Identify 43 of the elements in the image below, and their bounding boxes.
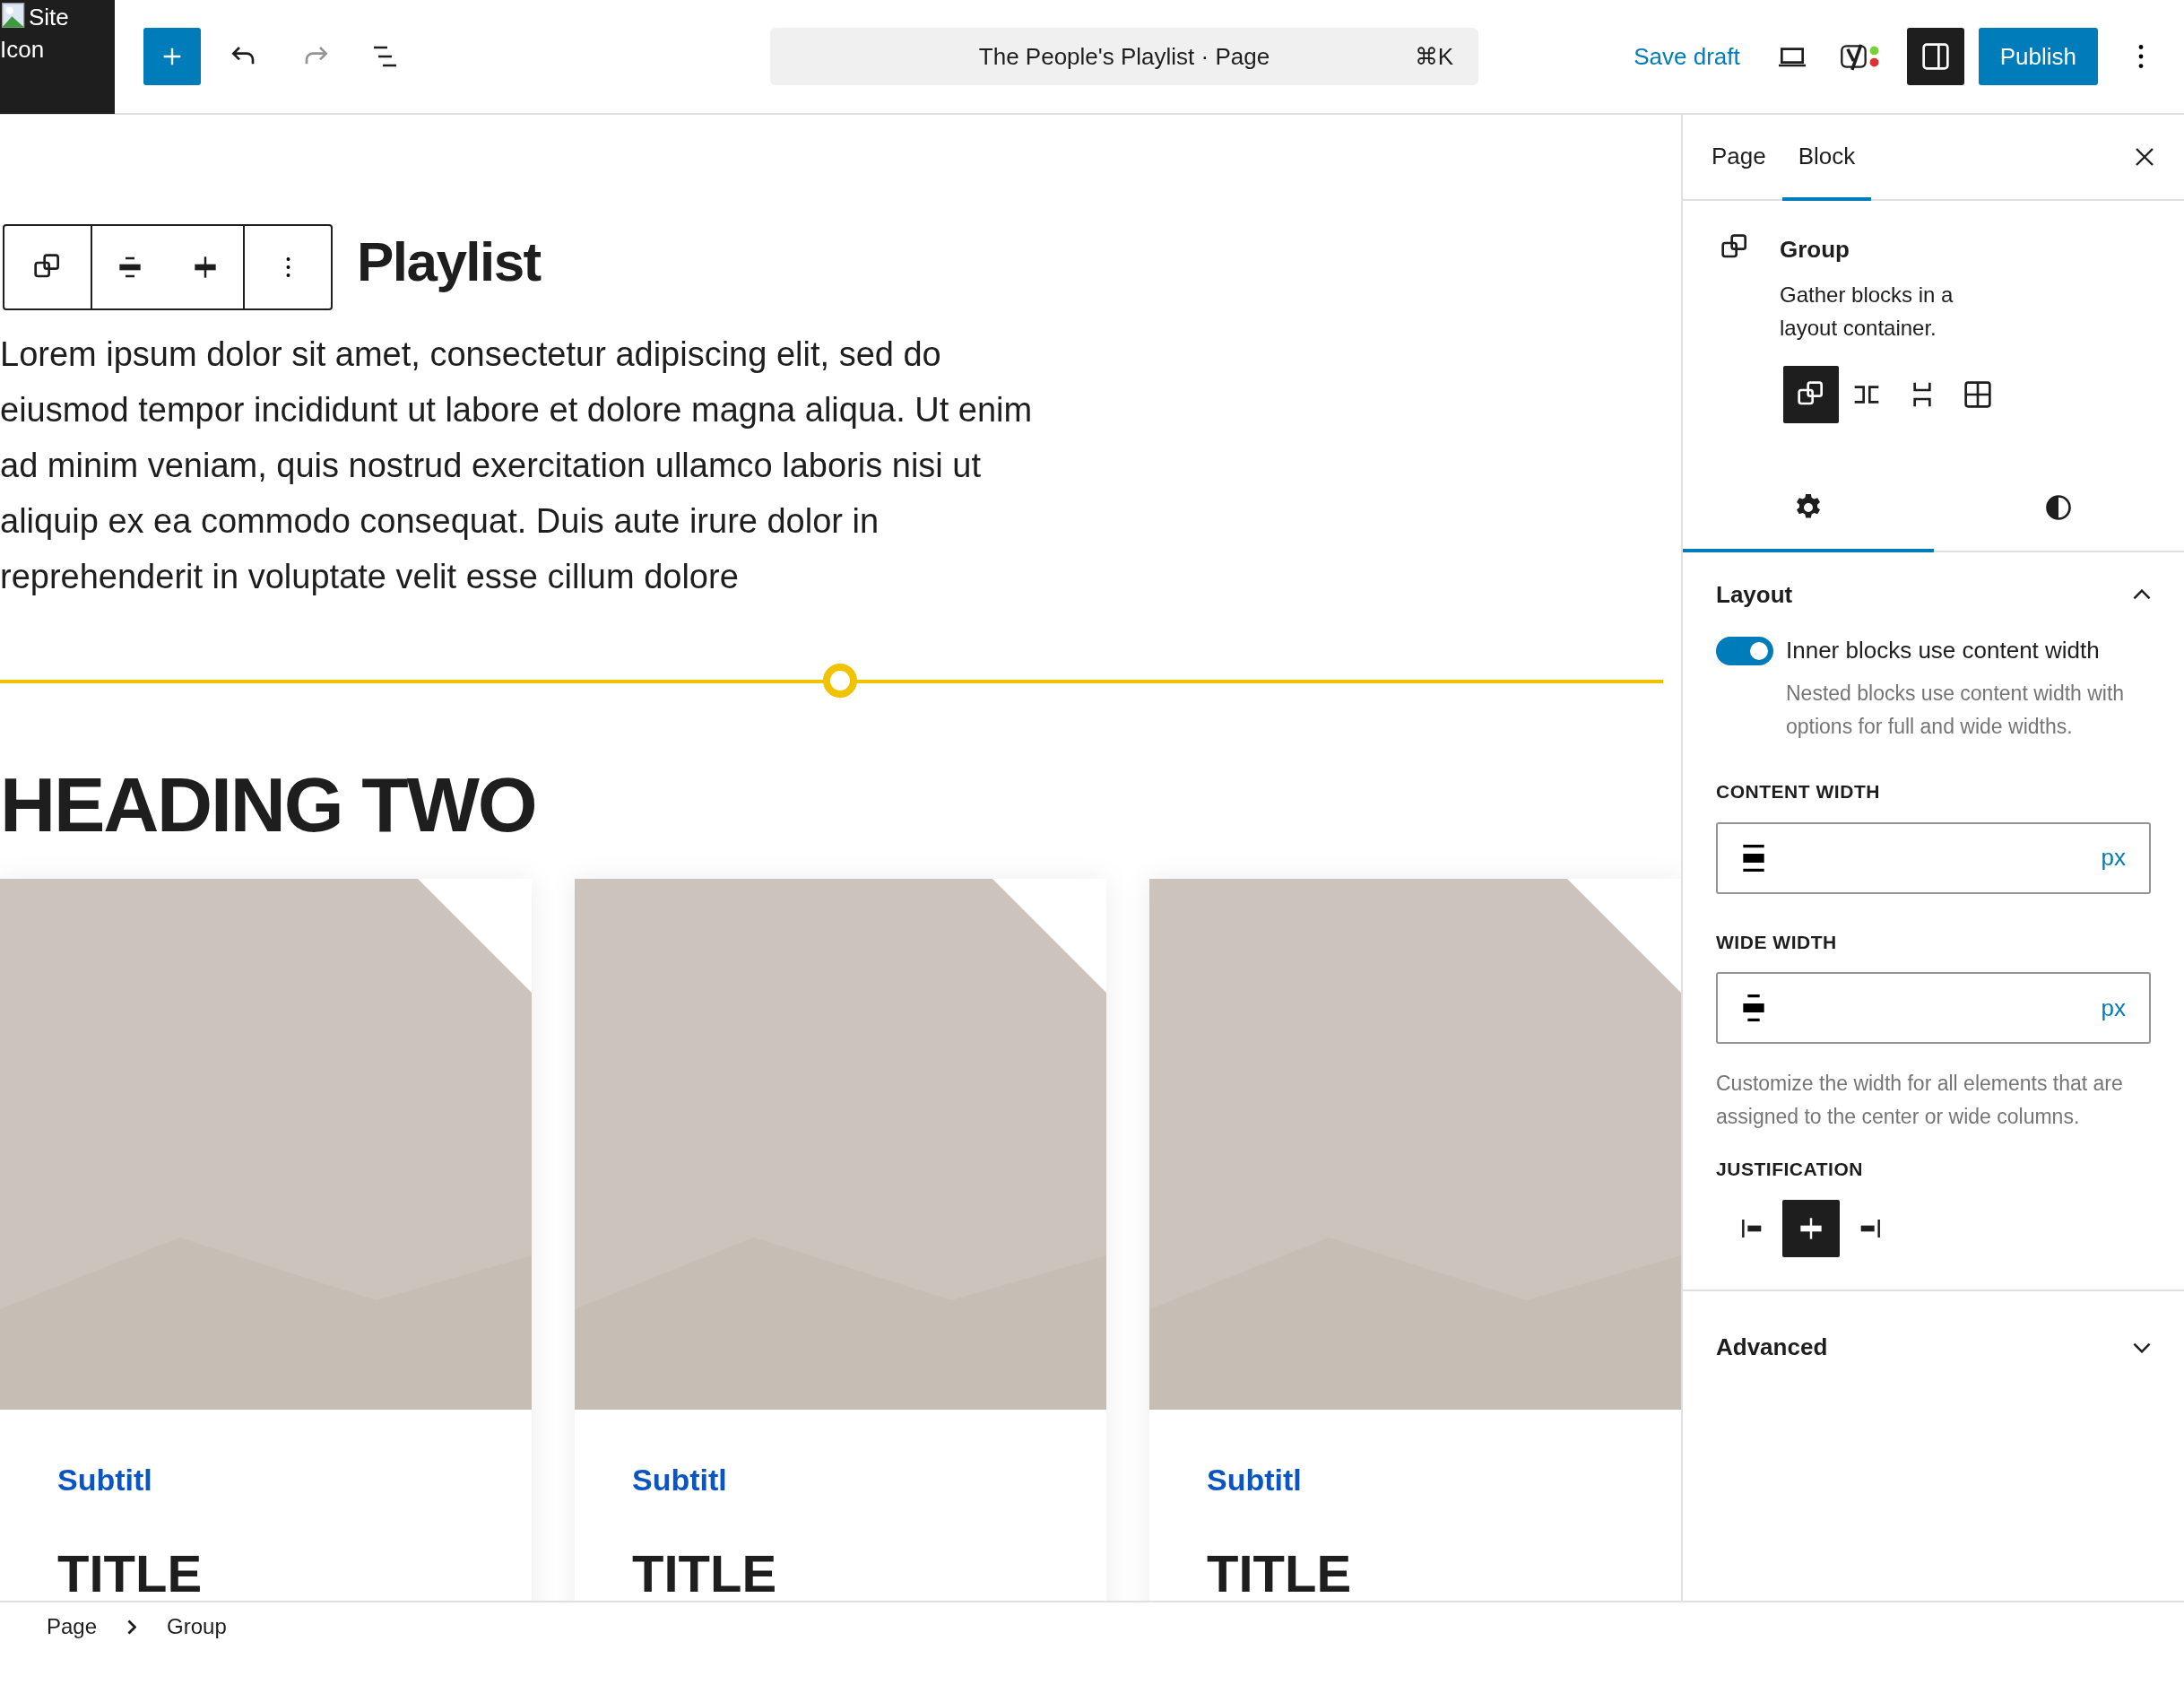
chevron-up-icon	[2133, 589, 2151, 600]
field-label: JUSTIFICATION	[1716, 1158, 1864, 1181]
block-name: Group	[1780, 235, 1850, 265]
card-subtitle: Subtitl	[57, 1462, 153, 1498]
settings-sidebar-button[interactable]	[1906, 28, 1964, 85]
card-subtitle: Subtitl	[632, 1462, 728, 1498]
block-description: Gather blocks in a layout container.	[1780, 282, 1954, 342]
keyboard-shortcut: ⌘K	[1414, 41, 1453, 72]
card-title: TITLE	[632, 1544, 778, 1601]
field-label: CONTENT WIDTH	[1716, 780, 1881, 803]
section-heading: HEADING TWO	[0, 766, 537, 843]
justification-button[interactable]	[1782, 1199, 1840, 1257]
card-subtitle: Subtitl	[1207, 1462, 1303, 1498]
unit-label: px	[2100, 993, 2127, 1023]
document-title: The People's Playlist · Page	[978, 41, 1270, 72]
field-label: WIDE WIDTH	[1716, 930, 1838, 954]
site-icon[interactable]: Site Icon	[0, 0, 115, 114]
width-input[interactable]: px	[1716, 972, 2151, 1044]
panel-header[interactable]: Advanced	[1716, 1319, 2151, 1376]
card-title: TITLE	[1207, 1544, 1353, 1601]
width-input[interactable]: px	[1716, 821, 2151, 894]
help-text: Customize the width for all elements that are assigned to the center or wide columns.	[1716, 1071, 2124, 1130]
resize-handle[interactable]	[823, 664, 857, 698]
more-vertical-icon	[2138, 45, 2144, 68]
command-bar[interactable]: The People's Playlist · Page ⌘K	[770, 28, 1478, 85]
toggle-switch[interactable]	[1716, 636, 1773, 665]
publish-button[interactable]: Publish	[1978, 28, 2098, 85]
sidebar-tab[interactable]: Page	[1695, 115, 1782, 201]
unit-label: px	[2100, 843, 2127, 873]
breadcrumb-link[interactable]: Group	[154, 1611, 239, 1642]
breadcrumb-link[interactable]: Page	[34, 1611, 110, 1642]
variation-button[interactable]	[1783, 366, 1839, 423]
card-title: TITLE	[57, 1544, 204, 1601]
page-heading: Playlist	[357, 230, 541, 294]
chevron-down-icon	[2133, 1342, 2151, 1353]
sidebar-tab[interactable]: Block	[1781, 115, 1872, 201]
toggle-label: Inner blocks use content width	[1786, 636, 2100, 665]
body-paragraph: Lorem ipsum dolor sit amet, consectetur adipiscing elit, sed do eiusmod tempor incididunt ut labore et dolore magna aliqua. Ut enim ad minim veniam, quis nostrud exercitation ullamco laboris nisi ut aliquip ex ea commodo consequat. Duis aute irure dolor in reprehenderit in voluptate velit esse cillum dolore	[0, 334, 1034, 597]
chevron-right-icon	[127, 1620, 137, 1635]
panel-header[interactable]: Layout	[1716, 567, 2151, 622]
save-draft-button[interactable]: Save draft	[1625, 28, 1749, 85]
more-vertical-icon	[285, 257, 290, 277]
help-text: Nested blocks use content width with options for full and wide widths.	[1786, 681, 2126, 740]
